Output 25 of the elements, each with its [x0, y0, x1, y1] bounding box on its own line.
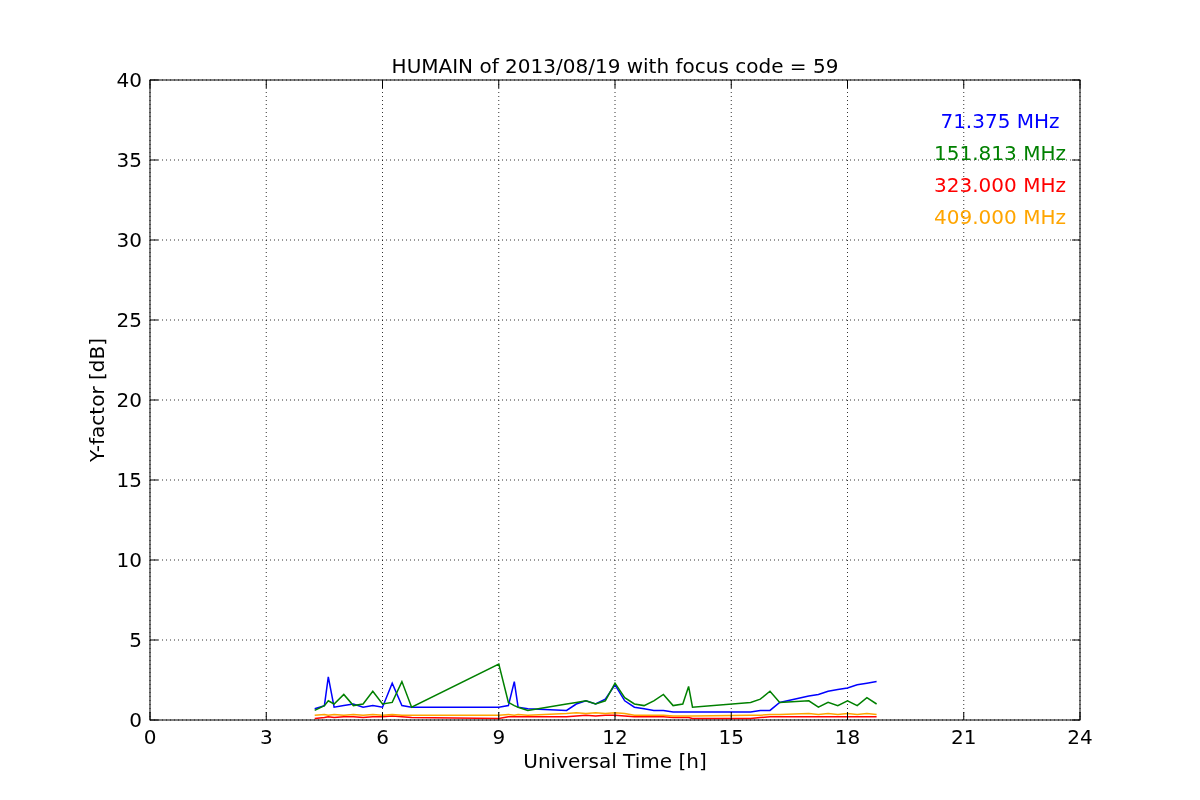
tick-label: 21 [951, 725, 977, 749]
tick-label: 6 [376, 725, 389, 749]
tick-label: 3 [259, 725, 273, 749]
tick-label: 0 [129, 708, 142, 732]
tick-label: 40 [116, 68, 142, 92]
tick-label: 0 [143, 725, 157, 749]
tick-label: 30 [116, 228, 142, 252]
tick-label: 15 [718, 725, 744, 749]
tick-label: 12 [602, 725, 628, 749]
tick-label: 24 [1067, 725, 1093, 749]
y-axis-label: Y-factor [dB] [85, 338, 109, 462]
legend-label: 151.813 MHz [934, 141, 1066, 165]
chart-title: HUMAIN of 2013/08/19 with focus code = 59 [391, 54, 839, 78]
tick-label: 9 [492, 725, 506, 749]
tick-label: 25 [116, 308, 142, 332]
legend-label: 323.000 MHz [934, 173, 1066, 197]
legend-label: 71.375 MHz [940, 109, 1060, 133]
tick-label: 20 [116, 388, 142, 412]
tick-label: 35 [116, 148, 142, 172]
legend-label: 409.000 MHz [934, 205, 1066, 229]
tick-label: 18 [834, 725, 861, 749]
x-axis-label: Universal Time [h] [523, 749, 707, 773]
tick-label: 5 [129, 628, 142, 652]
tick-label: 15 [116, 468, 142, 492]
tick-label: 10 [116, 548, 142, 572]
